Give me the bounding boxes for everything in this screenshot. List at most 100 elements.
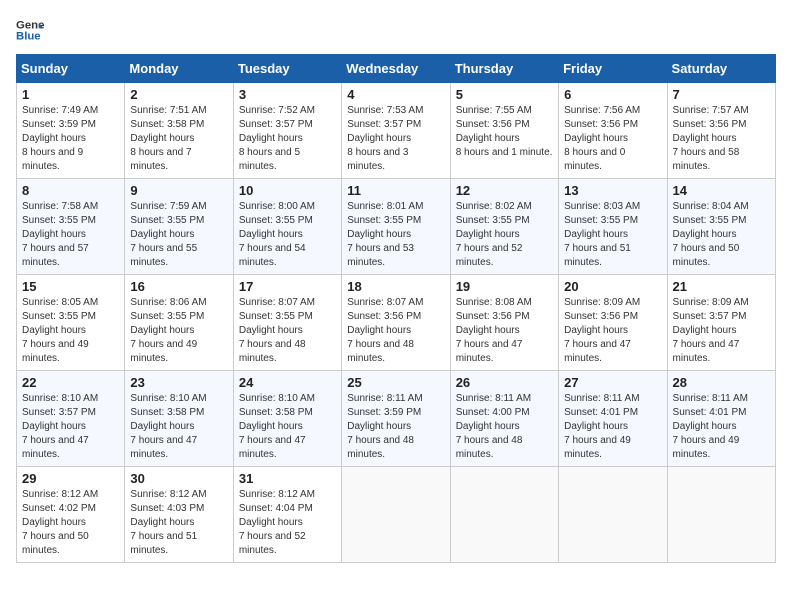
day-info: Sunrise: 8:05 AM Sunset: 3:55 PM Dayligh… (22, 296, 119, 366)
calendar-cell (342, 467, 450, 563)
day-info: Sunrise: 8:11 AM Sunset: 4:01 PM Dayligh… (673, 392, 770, 462)
day-info: Sunrise: 8:07 AM Sunset: 3:56 PM Dayligh… (347, 296, 444, 366)
day-number: 24 (239, 375, 336, 390)
day-number: 7 (673, 87, 770, 102)
calendar-cell: 9 Sunrise: 7:59 AM Sunset: 3:55 PM Dayli… (125, 179, 233, 275)
day-number: 22 (22, 375, 119, 390)
day-info: Sunrise: 8:11 AM Sunset: 4:00 PM Dayligh… (456, 392, 553, 462)
weekday-header-thursday: Thursday (450, 55, 558, 83)
calendar-cell: 3 Sunrise: 7:52 AM Sunset: 3:57 PM Dayli… (233, 83, 341, 179)
calendar-cell: 5 Sunrise: 7:55 AM Sunset: 3:56 PM Dayli… (450, 83, 558, 179)
weekday-header-saturday: Saturday (667, 55, 775, 83)
calendar-cell: 29 Sunrise: 8:12 AM Sunset: 4:02 PM Dayl… (17, 467, 125, 563)
calendar-cell: 7 Sunrise: 7:57 AM Sunset: 3:56 PM Dayli… (667, 83, 775, 179)
day-number: 12 (456, 183, 553, 198)
day-info: Sunrise: 7:49 AM Sunset: 3:59 PM Dayligh… (22, 104, 119, 174)
day-info: Sunrise: 8:02 AM Sunset: 3:55 PM Dayligh… (456, 200, 553, 270)
day-number: 1 (22, 87, 119, 102)
calendar-cell: 13 Sunrise: 8:03 AM Sunset: 3:55 PM Dayl… (559, 179, 667, 275)
day-number: 14 (673, 183, 770, 198)
calendar-cell: 1 Sunrise: 7:49 AM Sunset: 3:59 PM Dayli… (17, 83, 125, 179)
day-info: Sunrise: 7:57 AM Sunset: 3:56 PM Dayligh… (673, 104, 770, 174)
day-info: Sunrise: 8:12 AM Sunset: 4:04 PM Dayligh… (239, 488, 336, 558)
day-info: Sunrise: 7:53 AM Sunset: 3:57 PM Dayligh… (347, 104, 444, 174)
calendar-cell: 28 Sunrise: 8:11 AM Sunset: 4:01 PM Dayl… (667, 371, 775, 467)
day-number: 8 (22, 183, 119, 198)
day-number: 4 (347, 87, 444, 102)
calendar-cell: 10 Sunrise: 8:00 AM Sunset: 3:55 PM Dayl… (233, 179, 341, 275)
day-number: 9 (130, 183, 227, 198)
weekday-header-sunday: Sunday (17, 55, 125, 83)
calendar-cell: 2 Sunrise: 7:51 AM Sunset: 3:58 PM Dayli… (125, 83, 233, 179)
calendar-cell: 21 Sunrise: 8:09 AM Sunset: 3:57 PM Dayl… (667, 275, 775, 371)
day-number: 29 (22, 471, 119, 486)
day-number: 10 (239, 183, 336, 198)
calendar-cell: 4 Sunrise: 7:53 AM Sunset: 3:57 PM Dayli… (342, 83, 450, 179)
day-number: 20 (564, 279, 661, 294)
calendar-cell (559, 467, 667, 563)
calendar-cell: 25 Sunrise: 8:11 AM Sunset: 3:59 PM Dayl… (342, 371, 450, 467)
calendar-cell: 19 Sunrise: 8:08 AM Sunset: 3:56 PM Dayl… (450, 275, 558, 371)
day-info: Sunrise: 8:09 AM Sunset: 3:57 PM Dayligh… (673, 296, 770, 366)
calendar-cell (667, 467, 775, 563)
day-number: 16 (130, 279, 227, 294)
calendar-cell: 20 Sunrise: 8:09 AM Sunset: 3:56 PM Dayl… (559, 275, 667, 371)
day-info: Sunrise: 8:07 AM Sunset: 3:55 PM Dayligh… (239, 296, 336, 366)
calendar-cell: 24 Sunrise: 8:10 AM Sunset: 3:58 PM Dayl… (233, 371, 341, 467)
day-info: Sunrise: 7:56 AM Sunset: 3:56 PM Dayligh… (564, 104, 661, 174)
calendar-cell: 16 Sunrise: 8:06 AM Sunset: 3:55 PM Dayl… (125, 275, 233, 371)
day-info: Sunrise: 8:04 AM Sunset: 3:55 PM Dayligh… (673, 200, 770, 270)
day-info: Sunrise: 8:09 AM Sunset: 3:56 PM Dayligh… (564, 296, 661, 366)
calendar-cell: 17 Sunrise: 8:07 AM Sunset: 3:55 PM Dayl… (233, 275, 341, 371)
day-info: Sunrise: 8:00 AM Sunset: 3:55 PM Dayligh… (239, 200, 336, 270)
weekday-header-wednesday: Wednesday (342, 55, 450, 83)
day-number: 26 (456, 375, 553, 390)
calendar-cell: 14 Sunrise: 8:04 AM Sunset: 3:55 PM Dayl… (667, 179, 775, 275)
calendar-cell: 12 Sunrise: 8:02 AM Sunset: 3:55 PM Dayl… (450, 179, 558, 275)
day-number: 23 (130, 375, 227, 390)
weekday-header-friday: Friday (559, 55, 667, 83)
weekday-header-tuesday: Tuesday (233, 55, 341, 83)
day-number: 28 (673, 375, 770, 390)
calendar-cell: 22 Sunrise: 8:10 AM Sunset: 3:57 PM Dayl… (17, 371, 125, 467)
day-number: 11 (347, 183, 444, 198)
day-info: Sunrise: 8:10 AM Sunset: 3:58 PM Dayligh… (239, 392, 336, 462)
day-info: Sunrise: 8:12 AM Sunset: 4:02 PM Dayligh… (22, 488, 119, 558)
day-info: Sunrise: 7:55 AM Sunset: 3:56 PM Dayligh… (456, 104, 553, 160)
day-info: Sunrise: 8:11 AM Sunset: 4:01 PM Dayligh… (564, 392, 661, 462)
calendar-cell (450, 467, 558, 563)
calendar-cell: 11 Sunrise: 8:01 AM Sunset: 3:55 PM Dayl… (342, 179, 450, 275)
day-info: Sunrise: 7:51 AM Sunset: 3:58 PM Dayligh… (130, 104, 227, 174)
calendar-cell: 15 Sunrise: 8:05 AM Sunset: 3:55 PM Dayl… (17, 275, 125, 371)
day-info: Sunrise: 8:12 AM Sunset: 4:03 PM Dayligh… (130, 488, 227, 558)
calendar-cell: 30 Sunrise: 8:12 AM Sunset: 4:03 PM Dayl… (125, 467, 233, 563)
weekday-header-monday: Monday (125, 55, 233, 83)
day-number: 27 (564, 375, 661, 390)
day-number: 30 (130, 471, 227, 486)
day-info: Sunrise: 8:06 AM Sunset: 3:55 PM Dayligh… (130, 296, 227, 366)
calendar-table: SundayMondayTuesdayWednesdayThursdayFrid… (16, 54, 776, 563)
day-number: 5 (456, 87, 553, 102)
calendar-cell: 6 Sunrise: 7:56 AM Sunset: 3:56 PM Dayli… (559, 83, 667, 179)
calendar-cell: 31 Sunrise: 8:12 AM Sunset: 4:04 PM Dayl… (233, 467, 341, 563)
calendar-cell: 27 Sunrise: 8:11 AM Sunset: 4:01 PM Dayl… (559, 371, 667, 467)
day-number: 18 (347, 279, 444, 294)
day-number: 25 (347, 375, 444, 390)
day-number: 15 (22, 279, 119, 294)
day-number: 31 (239, 471, 336, 486)
day-info: Sunrise: 8:10 AM Sunset: 3:57 PM Dayligh… (22, 392, 119, 462)
day-info: Sunrise: 8:01 AM Sunset: 3:55 PM Dayligh… (347, 200, 444, 270)
day-number: 13 (564, 183, 661, 198)
page-header: General Blue (16, 16, 776, 44)
logo: General Blue (16, 16, 44, 44)
day-number: 2 (130, 87, 227, 102)
day-info: Sunrise: 7:59 AM Sunset: 3:55 PM Dayligh… (130, 200, 227, 270)
day-info: Sunrise: 8:10 AM Sunset: 3:58 PM Dayligh… (130, 392, 227, 462)
day-info: Sunrise: 8:08 AM Sunset: 3:56 PM Dayligh… (456, 296, 553, 366)
day-info: Sunrise: 7:58 AM Sunset: 3:55 PM Dayligh… (22, 200, 119, 270)
day-number: 6 (564, 87, 661, 102)
day-number: 3 (239, 87, 336, 102)
svg-text:Blue: Blue (16, 31, 41, 43)
calendar-cell: 18 Sunrise: 8:07 AM Sunset: 3:56 PM Dayl… (342, 275, 450, 371)
calendar-cell: 8 Sunrise: 7:58 AM Sunset: 3:55 PM Dayli… (17, 179, 125, 275)
